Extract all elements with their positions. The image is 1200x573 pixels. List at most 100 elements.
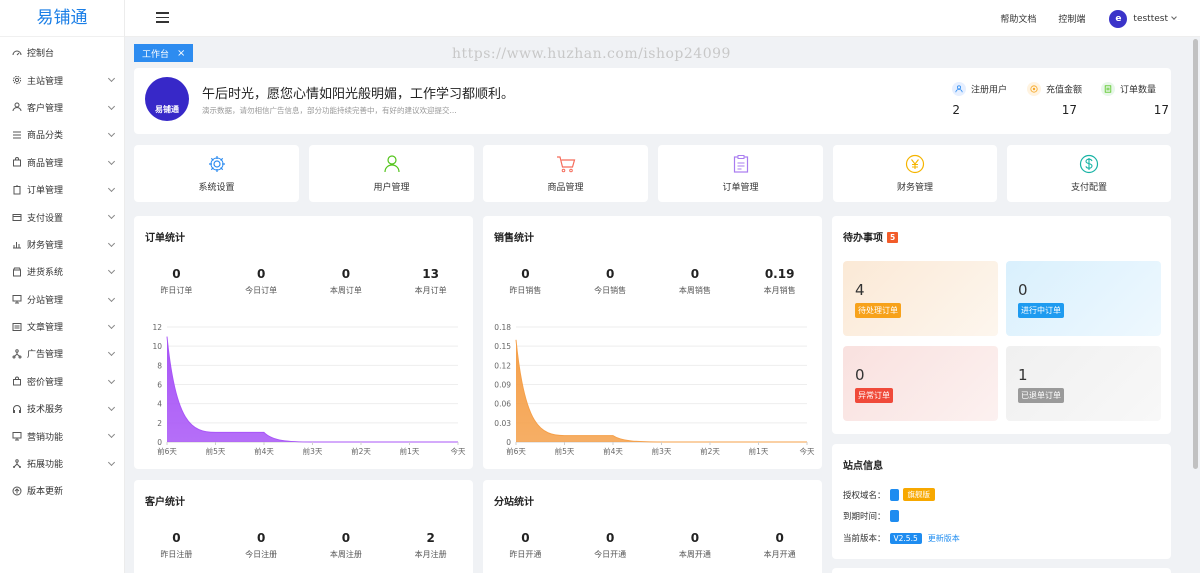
tab-workbench[interactable]: 工作台 × — [134, 44, 194, 62]
stat-label: 本月注册 — [414, 550, 447, 559]
stat-label: 本周订单 — [329, 286, 362, 295]
sidebar-item-12[interactable]: 广告管理 — [0, 340, 124, 367]
sidebar-item-1[interactable]: 控制台 — [0, 39, 124, 66]
menu-toggle-icon[interactable] — [156, 12, 169, 24]
shortcut-finance-management[interactable]: 财务管理 — [833, 145, 997, 202]
sidebar: 易铺通 控制台主站管理客户管理商品分类 商品管理 订单管理支付设置财务管理 进货系统分… — [0, 0, 125, 573]
sidebar-item-2[interactable]: 主站管理 — [0, 66, 124, 93]
sidebar-item-14[interactable]: 技术服务 — [0, 395, 124, 422]
stat-item: 13 本月订单 — [388, 267, 473, 296]
stat-label: 昨日注册 — [160, 550, 193, 559]
sidebar-item-8[interactable]: 财务管理 — [0, 231, 124, 258]
series-line — [166, 336, 458, 443]
sidebar-item-label: 分站管理 — [27, 295, 64, 306]
sidebar-item-9[interactable]: 进货系统 — [0, 258, 124, 285]
stat-label: 今日开通 — [594, 550, 627, 559]
dollar-icon — [1007, 154, 1171, 174]
chevron-down-icon — [107, 212, 116, 220]
shortcut-product-management[interactable]: 商品管理 — [483, 145, 648, 202]
stat-item: 2 本月注册 — [388, 531, 473, 560]
sidebar-item-label: 支付设置 — [27, 213, 64, 224]
sidebar-item-label: 控制台 — [27, 49, 55, 60]
sidebar-item-4[interactable]: 商品分类 — [0, 121, 124, 148]
update-version-link[interactable]: 更新版本 — [928, 533, 960, 544]
sales-stats-card: 销售统计 0 昨日销售 0 今日销售 0 本周销售 0.19 本月销售 0 0.03 0.0… — [483, 216, 822, 469]
close-icon[interactable]: × — [177, 48, 185, 59]
chevron-down-icon[interactable] — [1171, 14, 1177, 20]
customer-stats-row: 0 昨日注册 0 今日注册 0 本周注册 2 本月注册 — [134, 531, 473, 560]
sales-trend-chart: 0 0.03 0.06 0.09 0.12 0.15 0.18 前6天 前5天 前4天 前3天 前2天… — [494, 323, 815, 456]
auth-domain-label: 授权域名： — [843, 490, 886, 501]
shortcut-payment-config[interactable]: 支付配置 — [1007, 145, 1171, 202]
stat-value: 2 — [426, 531, 435, 545]
stat-value: 0 — [521, 267, 530, 281]
stat-value: 0 — [341, 531, 351, 545]
shortcut-label: 系统设置 — [198, 183, 235, 193]
sidebar-item-11[interactable]: 文章管理 — [0, 313, 124, 340]
x-tick-label: 前2天 — [700, 446, 720, 456]
sidebar-item-label: 客户管理 — [27, 103, 64, 114]
sidebar-item-6[interactable]: 订单管理 — [0, 176, 124, 203]
series-area — [167, 336, 458, 442]
todo-label: 待处理订单 — [855, 303, 901, 318]
stat-label: 本月销售 — [763, 286, 796, 295]
stat-value: 0 — [605, 267, 615, 281]
stat-item: 0 今日订单 — [219, 267, 304, 296]
shortcut-label: 支付配置 — [1070, 183, 1107, 193]
stat-label: 注册用户 — [971, 85, 1008, 96]
y-tick-label: 10 — [152, 342, 162, 351]
console-link[interactable]: 控制端 — [1058, 12, 1085, 25]
topbar: 帮助文档 控制端 e testtest — [125, 0, 1200, 37]
stat-label: 今日销售 — [594, 286, 627, 295]
username[interactable]: testtest — [1133, 14, 1168, 24]
help-docs-link[interactable]: 帮助文档 — [1000, 12, 1036, 25]
app-logo[interactable]: 易铺通 — [0, 0, 124, 37]
chevron-down-icon — [107, 239, 116, 247]
series-area — [516, 339, 807, 442]
stat-item: 0 昨日开通 — [483, 531, 568, 560]
sidebar-item-10[interactable]: 分站管理 — [0, 286, 124, 313]
y-tick-label: 0 — [157, 438, 162, 447]
scrollbar[interactable] — [1193, 39, 1198, 469]
todo-pending-orders[interactable]: 4 待处理订单 — [843, 261, 998, 336]
shortcut-label: 财务管理 — [896, 183, 933, 193]
y-tick-label: 0.15 — [494, 342, 511, 351]
stat-value: 17 — [1153, 103, 1169, 117]
sidebar-item-7[interactable]: 支付设置 — [0, 203, 124, 230]
sidebar-item-17[interactable]: 版本更新 — [0, 477, 124, 504]
dashboard-icon — [12, 48, 22, 58]
sidebar-item-3[interactable]: 客户管理 — [0, 94, 124, 121]
stat-value: 0 — [341, 267, 351, 281]
order-stats-row: 0 昨日订单 0 今日订单 0 本周订单 13 本月订单 — [134, 267, 473, 296]
stat-value: 0 — [690, 267, 700, 281]
y-tick-label: 12 — [152, 323, 162, 332]
shortcut-user-management[interactable]: 用户管理 — [309, 145, 474, 202]
greeting-text: 午后时光，愿您心情如阳光般明媚，工作学习都顺利。 — [202, 87, 515, 102]
shortcut-order-management[interactable]: 订单管理 — [658, 145, 823, 202]
todo-refunded-orders[interactable]: 1 已退单订单 — [1006, 346, 1161, 421]
avatar[interactable]: e — [1109, 9, 1128, 28]
y-tick-label: 8 — [157, 361, 162, 370]
shortcut-system-settings[interactable]: 系统设置 — [134, 145, 299, 202]
x-tick-label: 前5天 — [555, 446, 575, 456]
stat-value: 17 — [1061, 103, 1077, 117]
sidebar-item-13[interactable]: 密价管理 — [0, 368, 124, 395]
card-title: 待办事项 5 — [843, 229, 899, 244]
todo-label: 已退单订单 — [1018, 388, 1064, 403]
branch-stats-row: 0 昨日开通 0 今日开通 0 本周开通 0 本月开通 — [483, 531, 822, 560]
sidebar-item-16[interactable]: 拓展功能 — [0, 450, 124, 477]
sidebar-item-label: 广告管理 — [27, 350, 64, 361]
stat-value: 0 — [690, 531, 700, 545]
chevron-down-icon — [107, 294, 116, 302]
sidebar-item-5[interactable]: 商品管理 — [0, 149, 124, 176]
monitor-icon — [12, 431, 22, 441]
brand-logo: 易铺通 — [145, 77, 189, 121]
sidebar-item-15[interactable]: 营销功能 — [0, 422, 124, 449]
chevron-down-icon — [107, 184, 116, 192]
todo-in-progress-orders[interactable]: 0 进行中订单 — [1006, 261, 1161, 336]
shortcut-label: 商品管理 — [547, 183, 584, 193]
chevron-down-icon — [107, 376, 116, 384]
stat-value: 13 — [422, 267, 439, 281]
todo-abnormal-orders[interactable]: 0 异常订单 — [843, 346, 998, 421]
box-icon — [12, 267, 22, 277]
